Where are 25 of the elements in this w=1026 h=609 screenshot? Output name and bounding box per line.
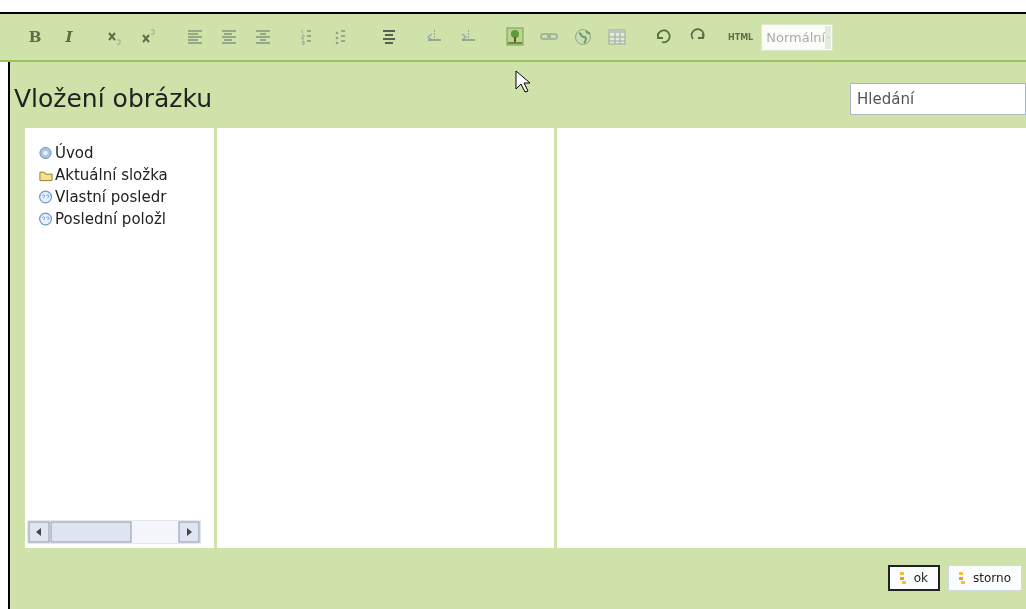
align-center-icon[interactable] xyxy=(220,27,238,47)
tree-picture-icon[interactable] xyxy=(506,27,524,47)
tree-item[interactable]: Poslední položl xyxy=(55,210,166,228)
mouse-cursor-icon xyxy=(515,70,531,94)
question-circle-icon xyxy=(39,212,53,226)
dots-icon xyxy=(959,572,966,584)
dialog-button[interactable]: storno xyxy=(948,565,1022,591)
table-icon[interactable] xyxy=(608,27,626,47)
horizontal-scrollbar[interactable] xyxy=(27,520,201,544)
home-globe-icon xyxy=(39,146,53,160)
bold-button[interactable]: B xyxy=(26,28,44,46)
text-block-icon[interactable] xyxy=(380,27,398,47)
italic-button[interactable]: I xyxy=(60,28,78,46)
question-circle-icon xyxy=(39,190,53,204)
dialog-button[interactable]: ok xyxy=(887,565,941,591)
search-field[interactable]: Hledání xyxy=(850,83,1026,115)
dialog-title: Vložení obrázku xyxy=(14,83,213,113)
tree-item[interactable]: Aktuální složka xyxy=(55,166,168,184)
tree-item[interactable]: Úvod xyxy=(55,144,94,162)
globe-icon[interactable] xyxy=(574,27,592,47)
html-button[interactable]: HTML xyxy=(728,32,754,42)
align-left-icon[interactable] xyxy=(186,27,204,47)
dots-icon xyxy=(899,572,906,584)
align-right-icon[interactable] xyxy=(254,27,272,47)
tree-item[interactable]: Vlastní posledr xyxy=(55,188,167,206)
